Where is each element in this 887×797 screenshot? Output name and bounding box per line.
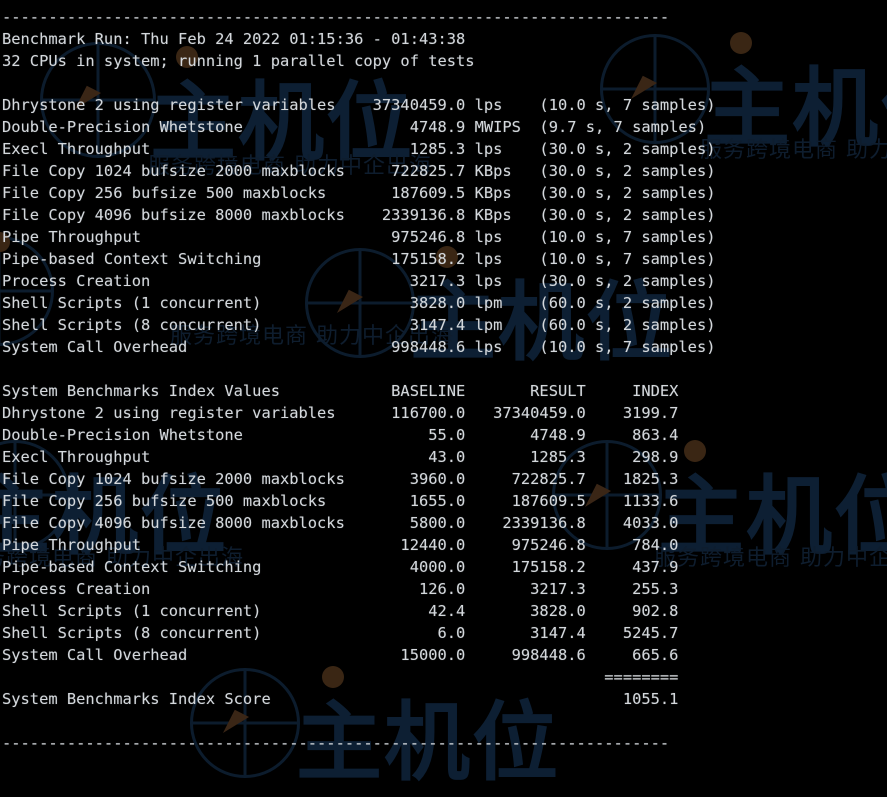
terminal-text-body[interactable]: ----------------------------------------… (0, 0, 887, 754)
terminal-output: ----------------------------------------… (0, 0, 887, 756)
